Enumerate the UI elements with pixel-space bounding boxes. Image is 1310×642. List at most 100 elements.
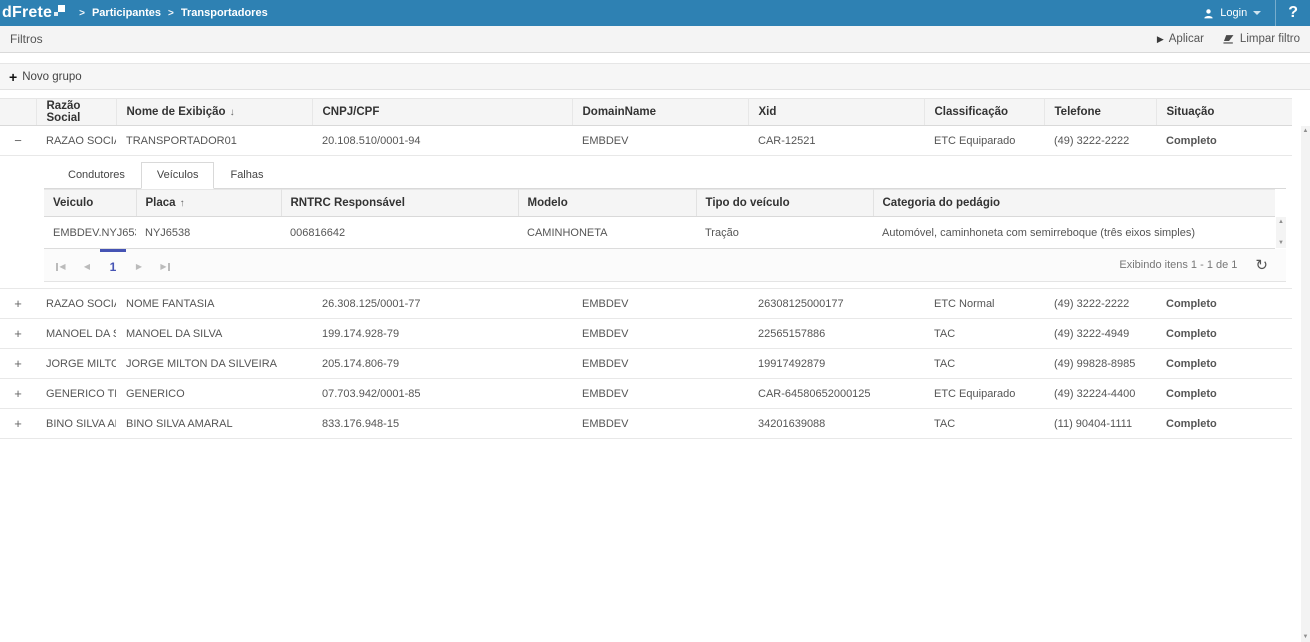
vehicles-vertical-scrollbar[interactable]: ▲ ▼ <box>1276 217 1286 248</box>
column-header-placa[interactable]: Placa↑ <box>136 190 281 217</box>
column-header-rntrc[interactable]: RNTRC Responsável <box>281 190 518 217</box>
sort-desc-icon: ↓ <box>230 107 235 118</box>
table-row[interactable]: − RAZAO SOCIAL S... TRANSPORTADOR01 20.1… <box>0 126 1292 156</box>
cell-domainname: EMBDEV <box>572 349 748 379</box>
pager-next-button[interactable]: ▶ <box>126 249 152 281</box>
main-vertical-scrollbar[interactable]: ▲ ▼ <box>1301 126 1310 642</box>
cell-razao-social: BINO SILVA AMA... <box>36 409 116 439</box>
cell-telefone: (11) 90404-1111 <box>1044 409 1156 439</box>
cell-classificacao: TAC <box>924 349 1044 379</box>
tab-veiculos[interactable]: Veículos <box>141 162 215 189</box>
breadcrumb-transportadores[interactable]: Transportadores <box>181 7 268 19</box>
pager-page-1[interactable]: 1 <box>100 249 126 281</box>
detail-tabstrip: Condutores Veículos Falhas <box>44 162 1286 189</box>
cell-domainname: EMBDEV <box>572 289 748 319</box>
scroll-down-icon[interactable]: ▼ <box>1303 634 1309 640</box>
vehicles-header-row: Veiculo Placa↑ RNTRC Responsável Modelo … <box>44 190 1275 217</box>
collapse-row-button[interactable]: − <box>10 133 26 148</box>
vehicles-pager: ◀ ◀ 1 ▶ ▶ Exibindo itens 1 - 1 de 1 ↻ <box>44 249 1286 282</box>
refresh-button[interactable]: ↻ <box>1255 249 1268 281</box>
column-header-situacao[interactable]: Situação <box>1156 99 1292 126</box>
scroll-up-icon[interactable]: ▲ <box>1278 219 1284 225</box>
cell-cnpj-cpf: 205.174.806-79 <box>312 349 572 379</box>
cell-xid: 22565157886 <box>748 319 924 349</box>
login-label: Login <box>1220 7 1247 19</box>
cell-domainname: EMBDEV <box>572 319 748 349</box>
new-group-label: Novo grupo <box>22 71 81 83</box>
cell-modelo: CAMINHONETA <box>518 217 696 249</box>
cell-placa: NYJ6538 <box>136 217 281 249</box>
cell-xid: CAR-12521 <box>748 126 924 156</box>
status-badge: Completo <box>1156 409 1292 439</box>
cell-xid: CAR-64580652000125 <box>748 379 924 409</box>
table-row[interactable]: + GENERICO TRAN... GENERICO 07.703.942/0… <box>0 379 1292 409</box>
column-header-classificacao[interactable]: Classificação <box>924 99 1044 126</box>
scroll-up-icon[interactable]: ▲ <box>1303 128 1309 134</box>
pager-first-button[interactable]: ◀ <box>48 249 74 281</box>
column-header-categoria-pedagio[interactable]: Categoria do pedágio <box>873 190 1275 217</box>
transportadores-grid: Razão Social Nome de Exibição↓ CNPJ/CPF … <box>0 98 1310 439</box>
table-row[interactable]: + BINO SILVA AMA... BINO SILVA AMARAL 83… <box>0 409 1292 439</box>
first-page-icon <box>56 263 58 271</box>
column-header-nome-exibicao[interactable]: Nome de Exibição↓ <box>116 99 312 126</box>
user-icon <box>1203 8 1214 19</box>
cell-cnpj-cpf: 20.108.510/0001-94 <box>312 126 572 156</box>
tab-condutores[interactable]: Condutores <box>52 162 141 189</box>
cell-telefone: (49) 3222-4949 <box>1044 319 1156 349</box>
app-logo: dFrete <box>0 4 65 22</box>
cell-classificacao: ETC Equiparado <box>924 379 1044 409</box>
plus-icon: + <box>9 70 17 84</box>
vehicle-row[interactable]: EMBDEV.NYJ6538 NYJ6538 006816642 CAMINHO… <box>44 217 1275 249</box>
breadcrumb: > Participantes > Transportadores <box>79 7 268 19</box>
cell-classificacao: TAC <box>924 409 1044 439</box>
cell-razao-social: RAZAO SOCIAL S... <box>36 126 116 156</box>
scroll-down-icon[interactable]: ▼ <box>1278 240 1284 246</box>
column-header-veiculo[interactable]: Veiculo <box>44 190 136 217</box>
new-group-button[interactable]: + Novo grupo <box>9 70 82 84</box>
column-header-modelo[interactable]: Modelo <box>518 190 696 217</box>
expand-row-button[interactable]: + <box>10 356 26 371</box>
column-header-telefone[interactable]: Telefone <box>1044 99 1156 126</box>
sort-asc-icon: ↑ <box>180 198 185 209</box>
cell-cnpj-cpf: 833.176.948-15 <box>312 409 572 439</box>
table-row[interactable]: + JORGE MILTON ... JORGE MILTON DA SILVE… <box>0 349 1292 379</box>
vehicles-grid: Veiculo Placa↑ RNTRC Responsável Modelo … <box>44 189 1286 249</box>
clear-filter-label: Limpar filtro <box>1240 33 1300 45</box>
cell-nome-exibicao: BINO SILVA AMARAL <box>116 409 312 439</box>
filters-actions: ▶ Aplicar Limpar filtro <box>1157 33 1300 45</box>
expand-row-button[interactable]: + <box>10 326 26 341</box>
expand-row-button[interactable]: + <box>10 296 26 311</box>
cell-telefone: (49) 3222-2222 <box>1044 126 1156 156</box>
expand-row-button[interactable]: + <box>10 416 26 431</box>
cell-nome-exibicao: NOME FANTASIA <box>116 289 312 319</box>
expand-column-header <box>0 99 36 126</box>
cell-rntrc: 006816642 <box>281 217 518 249</box>
help-button[interactable]: ? <box>1276 4 1310 22</box>
status-badge: Completo <box>1156 319 1292 349</box>
apply-filter-button[interactable]: ▶ Aplicar <box>1157 33 1204 45</box>
pager-last-button[interactable]: ▶ <box>152 249 178 281</box>
table-row[interactable]: + MANOEL DA SILVA MANOEL DA SILVA 199.17… <box>0 319 1292 349</box>
play-icon: ▶ <box>1157 34 1164 45</box>
column-header-tipo-veiculo[interactable]: Tipo do veículo <box>696 190 873 217</box>
expand-row-button[interactable]: + <box>10 386 26 401</box>
table-row[interactable]: + RAZAO SOCIAL NOME FANTASIA 26.308.125/… <box>0 289 1292 319</box>
column-header-razao-social[interactable]: Razão Social <box>36 99 116 126</box>
column-header-cnpj-cpf[interactable]: CNPJ/CPF <box>312 99 572 126</box>
cell-classificacao: TAC <box>924 319 1044 349</box>
login-menu-button[interactable]: Login <box>1189 0 1275 26</box>
grid-header-row: Razão Social Nome de Exibição↓ CNPJ/CPF … <box>0 99 1292 126</box>
pager-prev-button[interactable]: ◀ <box>74 249 100 281</box>
cell-nome-exibicao: TRANSPORTADOR01 <box>116 126 312 156</box>
next-page-icon: ▶ <box>136 262 142 271</box>
clear-filter-button[interactable]: Limpar filtro <box>1222 33 1300 45</box>
cell-classificacao: ETC Equiparado <box>924 126 1044 156</box>
column-header-xid[interactable]: Xid <box>748 99 924 126</box>
column-header-domainname[interactable]: DomainName <box>572 99 748 126</box>
cell-cnpj-cpf: 199.174.928-79 <box>312 319 572 349</box>
tab-falhas[interactable]: Falhas <box>214 162 279 189</box>
cell-veiculo: EMBDEV.NYJ6538 <box>44 217 136 249</box>
cell-domainname: EMBDEV <box>572 409 748 439</box>
breadcrumb-participantes[interactable]: Participantes <box>92 7 161 19</box>
topbar-right-section: Login ? <box>1189 0 1310 26</box>
